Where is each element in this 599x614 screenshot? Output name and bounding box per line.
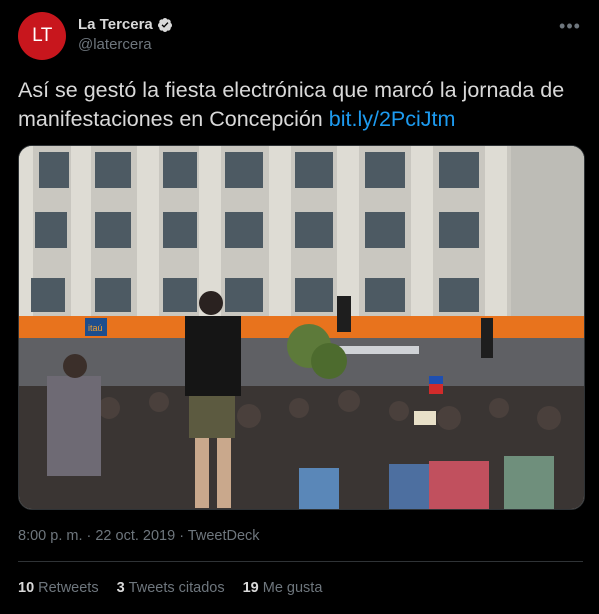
likes-label: Me gusta (262, 580, 323, 596)
quote-tweets-count: 3 (116, 580, 125, 596)
handle[interactable]: @latercera (78, 36, 173, 53)
avatar[interactable]: LT (18, 12, 66, 60)
tweet-link[interactable]: bit.ly/2PciJtm (329, 107, 456, 131)
itau-sign: itaú (88, 323, 103, 333)
tweet-header: LT La Tercera @latercera ••• (18, 12, 585, 60)
divider-top (18, 561, 583, 562)
tweet-timestamp[interactable]: 8:00 p. m. · 22 oct. 2019 · TweetDeck (18, 528, 260, 544)
display-name-row[interactable]: La Tercera (78, 16, 173, 33)
tweet-stats: 10 Retweets 3 Tweets citados 19 Me gusta (18, 580, 322, 596)
photo-illustration: itaú (19, 146, 584, 509)
verified-badge-icon (157, 17, 173, 33)
tweet-text: Así se gestó la fiesta electrónica que m… (18, 76, 583, 134)
stat-retweets[interactable]: 10 Retweets (18, 580, 99, 596)
avatar-text: LT (32, 25, 52, 46)
retweets-count: 10 (18, 580, 35, 596)
quote-tweets-label: Tweets citados (128, 580, 225, 596)
more-options-icon[interactable]: ••• (555, 14, 585, 38)
display-name[interactable]: La Tercera (78, 16, 153, 33)
stat-likes[interactable]: 19 Me gusta (243, 580, 323, 596)
tweet-body: Así se gestó la fiesta electrónica que m… (18, 78, 565, 131)
retweets-label: Retweets (38, 580, 99, 596)
author-block[interactable]: La Tercera @latercera (78, 16, 173, 53)
stat-quote-tweets[interactable]: 3 Tweets citados (117, 580, 225, 596)
likes-count: 19 (242, 580, 259, 596)
tweet-photo[interactable]: itaú (18, 145, 585, 510)
